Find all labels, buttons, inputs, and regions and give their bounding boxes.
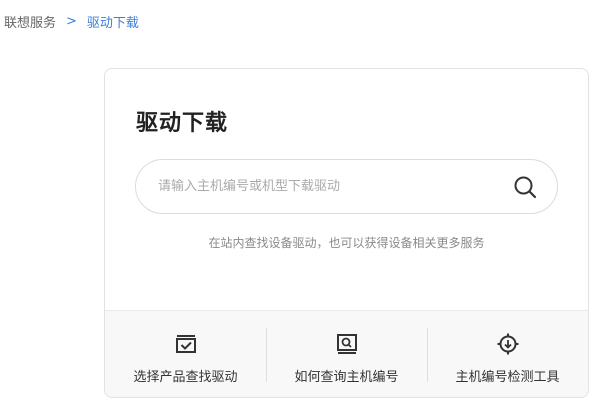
target-download-icon	[497, 333, 519, 355]
tool-label: 选择产品查找驱动	[133, 370, 238, 385]
search-hint: 在站内查找设备驱动，也可以获得设备相关更多服务	[208, 236, 485, 250]
breadcrumb: 联想服务 > 驱动下载	[4, 12, 139, 31]
tool-label: 如何查询主机编号	[294, 370, 399, 385]
tool-serial-detector[interactable]: 主机编号检测工具	[427, 311, 588, 397]
tool-find-serial[interactable]: 如何查询主机编号	[266, 311, 427, 397]
search-box	[135, 159, 558, 214]
breadcrumb-separator: >	[66, 14, 77, 29]
driver-download-card: 驱动下载 在站内查找设备驱动，也可以获得设备相关更多服务 选择产品查找驱动	[104, 68, 589, 398]
tool-select-product[interactable]: 选择产品查找驱动	[105, 311, 266, 397]
checkbox-monitor-icon	[175, 333, 197, 355]
breadcrumb-root-link[interactable]: 联想服务	[4, 12, 56, 31]
breadcrumb-current: 驱动下载	[86, 16, 139, 31]
tool-label: 主机编号检测工具	[455, 370, 560, 385]
search-monitor-icon	[336, 333, 358, 355]
search-icon[interactable]	[513, 175, 537, 199]
search-input[interactable]	[158, 179, 513, 194]
page-title: 驱动下载	[136, 111, 229, 136]
tools-bar: 选择产品查找驱动 如何查询主机编号 主机编号检测工具	[105, 310, 588, 397]
